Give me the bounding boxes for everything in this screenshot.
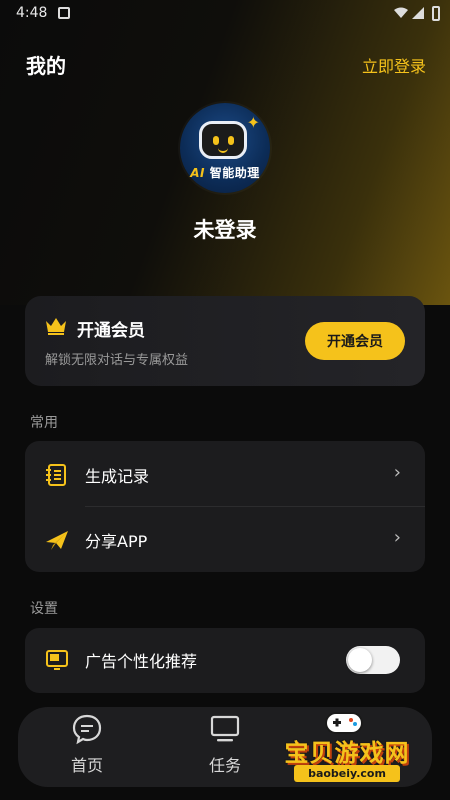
monitor-icon	[210, 715, 240, 742]
vip-subtitle: 解锁无限对话与专属权益	[45, 353, 189, 368]
avatar[interactable]: ✦ AI 智能助理	[180, 103, 270, 193]
robot-eye-right	[228, 136, 234, 145]
avatar-brand-text: AI 智能助理	[180, 164, 270, 181]
watermark-text: 宝贝游戏网	[284, 739, 410, 767]
robot-eye-left	[213, 136, 219, 145]
list-item-share[interactable]: 分享APP ›	[25, 508, 425, 570]
section-label-settings: 设置	[30, 601, 58, 617]
nav-item-home[interactable]: 首页	[42, 707, 132, 787]
toggle-knob	[348, 648, 372, 672]
vip-card[interactable]: 开通会员 解锁无限对话与专属权益 开通会员	[25, 296, 425, 386]
robot-mouth	[218, 147, 228, 153]
nav-item-tasks[interactable]: 任务	[180, 707, 270, 787]
watermark-logo: 宝贝游戏网 baobeiy.com	[272, 705, 422, 785]
chevron-right-icon: ›	[393, 462, 401, 483]
login-link[interactable]: 立即登录	[362, 53, 426, 77]
list-item-history[interactable]: 生成记录 ›	[25, 443, 425, 505]
wifi-icon	[394, 7, 408, 18]
section-label-common: 常用	[30, 415, 58, 431]
list-item-label: 分享APP	[85, 532, 148, 551]
paper-plane-icon	[46, 531, 68, 550]
signal-icon	[412, 7, 424, 19]
ad-icon	[46, 650, 68, 670]
watermark-url: baobeiy.com	[294, 765, 400, 782]
vip-title: 开通会员	[77, 321, 145, 341]
list-item-label: 广告个性化推荐	[85, 652, 198, 671]
ad-personalization-toggle[interactable]	[346, 646, 400, 674]
robot-icon	[199, 121, 247, 159]
list-item-ad-personalization: 广告个性化推荐	[25, 628, 425, 690]
avatar-brand-label: 智能助理	[209, 166, 260, 180]
common-card: 生成记录 › 分享APP ›	[25, 441, 425, 572]
list-item-label: 生成记录	[85, 467, 150, 486]
nav-label-tasks: 任务	[208, 756, 241, 775]
username: 未登录	[193, 218, 257, 242]
settings-card: 广告个性化推荐	[25, 628, 425, 693]
crown-icon	[46, 318, 66, 335]
sparkle-icon: ✦	[246, 113, 260, 132]
page-title: 我的	[26, 54, 66, 78]
open-membership-button[interactable]: 开通会员	[305, 322, 405, 360]
avatar-ai-label: AI	[190, 166, 206, 180]
battery-icon	[432, 6, 440, 21]
divider	[85, 506, 425, 507]
chevron-right-icon: ›	[393, 527, 401, 548]
notebook-icon	[46, 464, 66, 486]
chat-bubble-icon	[72, 714, 102, 745]
status-bar: 4:48	[0, 0, 450, 30]
status-time: 4:48	[16, 5, 48, 21]
nav-label-home: 首页	[70, 756, 103, 775]
notification-icon	[58, 7, 70, 19]
